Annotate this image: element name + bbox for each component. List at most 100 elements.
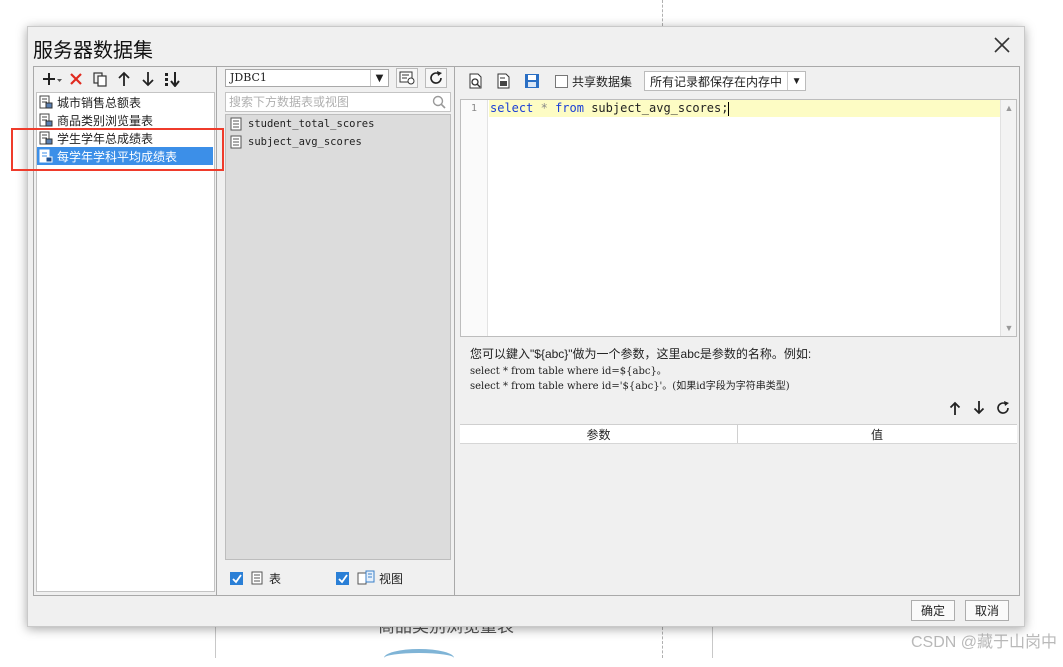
param-refresh-button[interactable] [991, 399, 1015, 417]
connection-settings-icon [399, 71, 415, 85]
dataset-item-label: 每学年学科平均成绩表 [57, 149, 178, 164]
hint-example: select * from table where id='${abc}'。(如… [470, 381, 790, 392]
plus-dropdown-icon [43, 73, 62, 85]
table-filter-bar: 表 视图 [225, 567, 451, 589]
save-button[interactable] [521, 70, 543, 92]
param-move-up-button[interactable] [943, 399, 967, 417]
line-number: 1 [470, 103, 478, 114]
connection-settings-button[interactable] [396, 68, 418, 88]
dialog-buttons: 确定 取消 [901, 600, 1009, 621]
refresh-icon [997, 401, 1009, 414]
delete-icon [70, 73, 82, 85]
dataset-icon [39, 113, 53, 127]
move-down-button[interactable] [136, 68, 160, 90]
close-button[interactable] [990, 33, 1014, 57]
table-search-field[interactable] [225, 92, 451, 112]
scroll-down-icon[interactable]: ▼ [1001, 320, 1017, 336]
arrow-up-icon [949, 401, 961, 415]
parameter-table-header: 参数 值 [460, 425, 1017, 444]
watermark: CSDN @藏于山岗中 [910, 634, 1057, 651]
line-number-gutter: 1 [461, 100, 488, 336]
dataset-icon [39, 95, 53, 109]
table-icon [230, 135, 242, 149]
sql-keyword: select [490, 101, 534, 115]
delete-dataset-button[interactable] [64, 68, 88, 90]
preview-button[interactable] [465, 70, 487, 92]
editor-scrollbar[interactable]: ▲ ▼ [1000, 100, 1016, 336]
parameter-actions [943, 399, 1015, 417]
dialog-body: 城市销售总额表 商品类别浏览量表 学生学年总成绩表 每学年学科平均成绩表 JDB… [11, 66, 1020, 596]
hint-example: select * from table where id=${abc}。 [470, 366, 667, 377]
copy-icon [93, 72, 107, 87]
bg-dashed-line [662, 627, 663, 658]
bg-divider [712, 627, 713, 658]
sql-toolbar: 共享数据集 所有记录都保存在内存中 ▼ [459, 67, 1019, 95]
checkmark-icon [232, 573, 242, 583]
show-views-checkbox[interactable] [336, 571, 350, 585]
sql-keyword: from [555, 101, 584, 115]
connection-value: JDBC1 [230, 71, 267, 84]
arrow-down-icon [973, 401, 985, 415]
scroll-up-icon[interactable]: ▲ [1001, 100, 1017, 116]
table-browser-panel: JDBC1 ▼ 搜索下方数据表或视图 student_total_scores … [221, 67, 455, 595]
arrow-down-icon [142, 72, 154, 87]
table-search-input[interactable] [226, 93, 426, 111]
sql-code-line[interactable]: select * from subject_avg_scores; [489, 100, 1001, 117]
sql-editor[interactable]: 1 select * from subject_avg_scores; ▲ ▼ [460, 99, 1017, 337]
search-icon [432, 95, 446, 109]
sort-icon [165, 72, 180, 87]
bg-pie-arc [384, 649, 454, 667]
cancel-button[interactable]: 取消 [965, 600, 1009, 621]
dialog-title: 服务器数据集 [33, 40, 153, 62]
arrow-up-icon [118, 71, 130, 86]
storage-mode-select[interactable]: 所有记录都保存在内存中 ▼ [644, 71, 807, 91]
text-caret [728, 101, 730, 116]
share-dataset-checkbox[interactable]: 共享数据集 [555, 73, 632, 90]
ok-button[interactable]: 确定 [911, 600, 955, 621]
sql-editor-panel: 共享数据集 所有记录都保存在内存中 ▼ 1 select * from subj… [459, 67, 1019, 595]
move-up-button[interactable] [112, 68, 136, 90]
database-button[interactable] [493, 70, 515, 92]
connection-select[interactable]: JDBC1 ▼ [225, 69, 389, 87]
refresh-tables-button[interactable] [425, 68, 447, 88]
checkmark-icon [338, 573, 348, 583]
sql-operator: * [540, 101, 548, 115]
save-icon [525, 74, 539, 88]
table-name: subject_avg_scores [248, 136, 362, 148]
sort-button[interactable] [160, 68, 184, 90]
table-list: student_total_scores subject_avg_scores [225, 114, 451, 560]
dataset-item-selected[interactable]: 每学年学科平均成绩表 [37, 147, 213, 165]
param-move-down-button[interactable] [967, 399, 991, 417]
chevron-down-icon: ▼ [370, 70, 388, 86]
add-dataset-button[interactable] [40, 68, 64, 90]
parameter-table: 参数 值 [460, 424, 1017, 591]
table-name: student_total_scores [248, 118, 375, 130]
storage-mode-value: 所有记录都保存在内存中 [650, 74, 783, 89]
dataset-item-label: 学生学年总成绩表 [57, 131, 154, 146]
view-icon [357, 570, 375, 585]
checkbox-box [555, 74, 568, 88]
copy-dataset-button[interactable] [88, 68, 112, 90]
column-header-param[interactable]: 参数 [460, 425, 738, 443]
bg-divider [215, 627, 216, 658]
table-list-item[interactable]: subject_avg_scores [226, 133, 450, 151]
table-icon [251, 571, 263, 585]
refresh-icon [430, 71, 442, 84]
show-tables-label: 表 [269, 571, 282, 586]
dataset-item-label: 城市销售总额表 [57, 95, 142, 110]
dataset-item-label: 商品类别浏览量表 [57, 113, 154, 128]
preview-icon [469, 73, 482, 89]
dataset-item[interactable]: 商品类别浏览量表 [37, 111, 214, 129]
table-list-item[interactable]: student_total_scores [226, 115, 450, 133]
column-header-value[interactable]: 值 [738, 425, 1016, 443]
dataset-item[interactable]: 学生学年总成绩表 [37, 129, 214, 147]
show-tables-checkbox[interactable] [230, 571, 243, 585]
sql-identifier: subject_avg_scores; [591, 101, 729, 115]
bg-dashed-line [662, 0, 663, 26]
close-icon [994, 37, 1010, 53]
chevron-down-icon: ▼ [787, 72, 805, 90]
dataset-icon [39, 149, 53, 163]
show-views-label: 视图 [379, 571, 404, 586]
dataset-item[interactable]: 城市销售总额表 [37, 93, 214, 111]
hint-text: 您可以鍵入"${abc}"做为一个参数，这里abc是参数的名称。例如: [470, 347, 812, 361]
